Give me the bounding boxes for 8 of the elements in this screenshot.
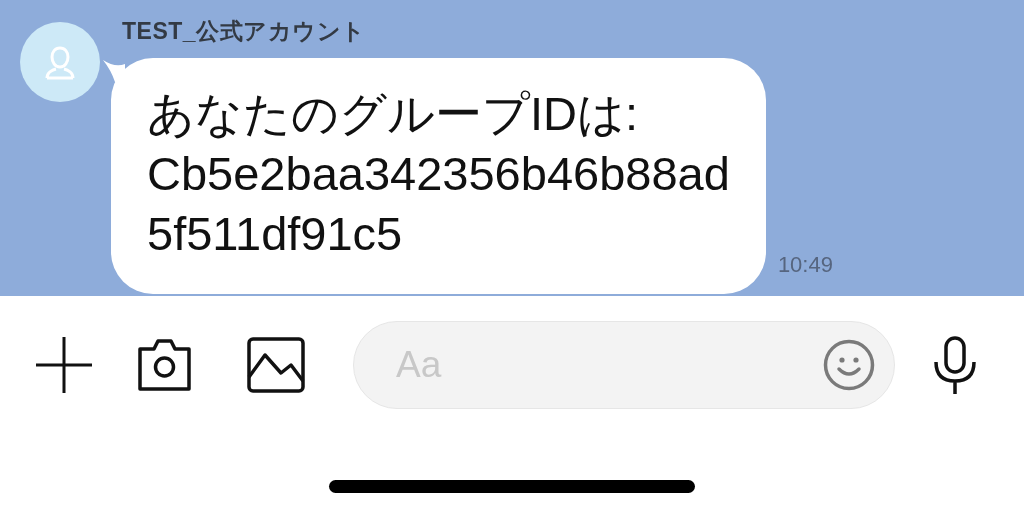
microphone-icon[interactable] — [933, 336, 977, 394]
plus-icon[interactable] — [36, 337, 92, 393]
sender-name: TEST_公式アカウント — [122, 20, 367, 46]
message-text: あなたのグループIDは: Cb5e2baa342356b46b88ad 5f511df91c5 — [147, 86, 730, 262]
message-time: 10:49 — [777, 252, 833, 278]
image-icon[interactable] — [247, 337, 305, 393]
camera-icon[interactable] — [136, 337, 193, 393]
emoji-icon[interactable] — [823, 339, 875, 391]
